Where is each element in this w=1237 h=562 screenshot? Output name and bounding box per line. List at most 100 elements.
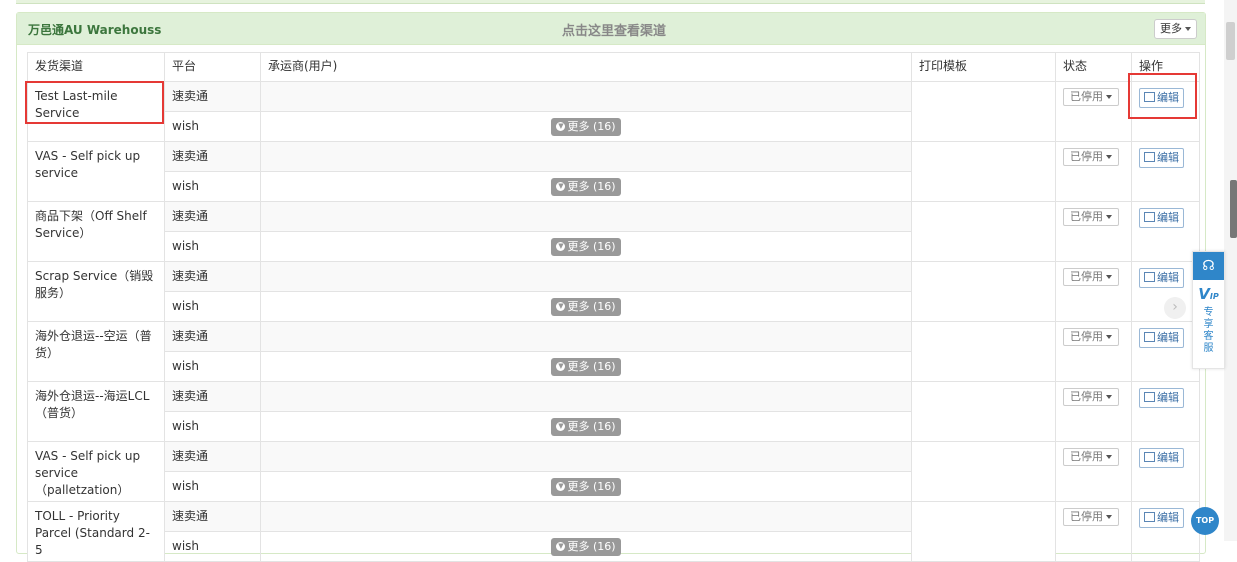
expand-more-button[interactable]: ▼ 更多 (16)	[551, 417, 621, 436]
expand-more-button[interactable]: ▼ 更多 (16)	[551, 297, 621, 316]
actions-cell: 编辑	[1131, 201, 1200, 262]
carrier-cell	[260, 441, 912, 472]
edit-label: 编辑	[1157, 391, 1179, 404]
vip-service-char: 服	[1203, 343, 1214, 354]
print-template-cell	[911, 501, 1056, 562]
page-scrollbar[interactable]	[1224, 0, 1237, 541]
actions-cell: 编辑	[1131, 321, 1200, 382]
header-print-template: 打印模板	[911, 52, 1056, 82]
carrier-cell	[260, 81, 912, 112]
back-to-top-button[interactable]: TOP	[1191, 507, 1219, 535]
status-label: 已停用	[1070, 210, 1103, 223]
platform-cell: 速卖通	[164, 81, 261, 112]
platform-cell: 速卖通	[164, 441, 261, 472]
expand-label: 更多 (16)	[567, 239, 616, 253]
chevron-down-circle-icon: ▼	[556, 362, 566, 371]
panel-header: 万邑通AU Warehouss 点击这里查看渠道 更多	[17, 13, 1205, 45]
header-channel: 发货渠道	[27, 52, 165, 82]
table-row: VAS - Self pick up service 速卖通 已停用 编辑	[27, 141, 1200, 202]
status-dropdown[interactable]: 已停用	[1063, 88, 1119, 106]
chevron-right-icon[interactable]: ›	[1164, 297, 1186, 319]
table-header-row: 发货渠道 平台 承运商(用户) 打印模板 状态 操作	[27, 52, 1200, 82]
status-cell: 已停用	[1055, 81, 1132, 142]
carrier-cell: ▼ 更多 (16)	[260, 111, 912, 142]
side-scroll-handle[interactable]	[1230, 180, 1237, 238]
header-status: 状态	[1055, 52, 1132, 82]
platform-cell: wish	[164, 231, 261, 262]
edit-button[interactable]: 编辑	[1139, 388, 1184, 408]
expand-more-button[interactable]: ▼ 更多 (16)	[551, 177, 621, 196]
status-dropdown[interactable]: 已停用	[1063, 328, 1119, 346]
platform-cell: 速卖通	[164, 141, 261, 172]
channel-name: 海外仓退运--海运LCL（普货）	[27, 381, 165, 442]
scrollbar-thumb[interactable]	[1226, 22, 1235, 60]
platform-cell: 速卖通	[164, 381, 261, 412]
expand-more-button[interactable]: ▼ 更多 (16)	[551, 477, 621, 496]
edit-button[interactable]: 编辑	[1139, 448, 1184, 468]
status-label: 已停用	[1070, 450, 1103, 463]
edit-button[interactable]: 编辑	[1139, 208, 1184, 228]
actions-cell: 编辑	[1131, 501, 1200, 562]
vip-icon: VIP	[1193, 285, 1224, 303]
chevron-down-circle-icon: ▼	[556, 542, 566, 551]
channel-name: Scrap Service（销毁服务）	[27, 261, 165, 322]
more-dropdown-button[interactable]: 更多	[1154, 19, 1197, 39]
print-template-cell	[911, 201, 1056, 262]
status-label: 已停用	[1070, 150, 1103, 163]
edit-button[interactable]: 编辑	[1139, 268, 1184, 288]
expand-label: 更多 (16)	[567, 479, 616, 493]
actions-cell: 编辑	[1131, 441, 1200, 502]
carrier-cell	[260, 501, 912, 532]
expand-more-button[interactable]: ▼ 更多 (16)	[551, 117, 621, 136]
edit-label: 编辑	[1157, 451, 1179, 464]
more-button-label: 更多	[1160, 22, 1182, 35]
platform-cell: wish	[164, 411, 261, 442]
edit-icon	[1144, 152, 1155, 162]
expand-label: 更多 (16)	[567, 419, 616, 433]
caret-down-icon	[1106, 155, 1112, 159]
edit-label: 编辑	[1157, 511, 1179, 524]
status-label: 已停用	[1070, 390, 1103, 403]
status-dropdown[interactable]: 已停用	[1063, 208, 1119, 226]
channel-table: 发货渠道 平台 承运商(用户) 打印模板 状态 操作 Test Last-mil…	[27, 52, 1200, 562]
status-dropdown[interactable]: 已停用	[1063, 148, 1119, 166]
view-channels-link[interactable]: 点击这里查看渠道	[562, 20, 666, 39]
expand-more-button[interactable]: ▼ 更多 (16)	[551, 357, 621, 376]
vip-service-text: 专享客服	[1193, 307, 1224, 355]
status-label: 已停用	[1070, 270, 1103, 283]
caret-down-icon	[1106, 275, 1112, 279]
platform-cell: wish	[164, 531, 261, 562]
status-dropdown[interactable]: 已停用	[1063, 268, 1119, 286]
expand-more-button[interactable]: ▼ 更多 (16)	[551, 537, 621, 556]
status-dropdown[interactable]: 已停用	[1063, 448, 1119, 466]
print-template-cell	[911, 441, 1056, 502]
caret-down-icon	[1106, 95, 1112, 99]
expand-more-button[interactable]: ▼ 更多 (16)	[551, 237, 621, 256]
caret-down-icon	[1106, 455, 1112, 459]
edit-icon	[1144, 272, 1155, 282]
platform-cell: 速卖通	[164, 201, 261, 232]
edit-button[interactable]: 编辑	[1139, 508, 1184, 528]
table-row: 商品下架（Off Shelf Service） 速卖通 已停用 编辑	[27, 201, 1200, 262]
status-cell: 已停用	[1055, 381, 1132, 442]
print-template-cell	[911, 321, 1056, 382]
status-dropdown[interactable]: 已停用	[1063, 508, 1119, 526]
vip-letter: V	[1198, 285, 1210, 303]
caret-down-icon	[1106, 215, 1112, 219]
headset-icon[interactable]: ☊	[1193, 252, 1224, 280]
carrier-cell	[260, 261, 912, 292]
edit-button[interactable]: 编辑	[1139, 148, 1184, 168]
vip-service-widget[interactable]: ☊ VIP 专享客服	[1192, 251, 1225, 369]
carrier-cell	[260, 201, 912, 232]
table-row: 海外仓退运--空运（普货） 速卖通 已停用 编辑	[27, 321, 1200, 382]
edit-button[interactable]: 编辑	[1139, 328, 1184, 348]
status-label: 已停用	[1070, 330, 1103, 343]
status-dropdown[interactable]: 已停用	[1063, 388, 1119, 406]
chevron-down-circle-icon: ▼	[556, 242, 566, 251]
platform-cell: 速卖通	[164, 261, 261, 292]
caret-down-icon	[1106, 335, 1112, 339]
carrier-cell: ▼ 更多 (16)	[260, 291, 912, 322]
warehouse-panel: 万邑通AU Warehouss 点击这里查看渠道 更多 发货渠道 平台 承运商(…	[16, 12, 1206, 562]
platform-cell: wish	[164, 471, 261, 502]
channel-name: VAS - Self pick up service	[27, 141, 165, 202]
